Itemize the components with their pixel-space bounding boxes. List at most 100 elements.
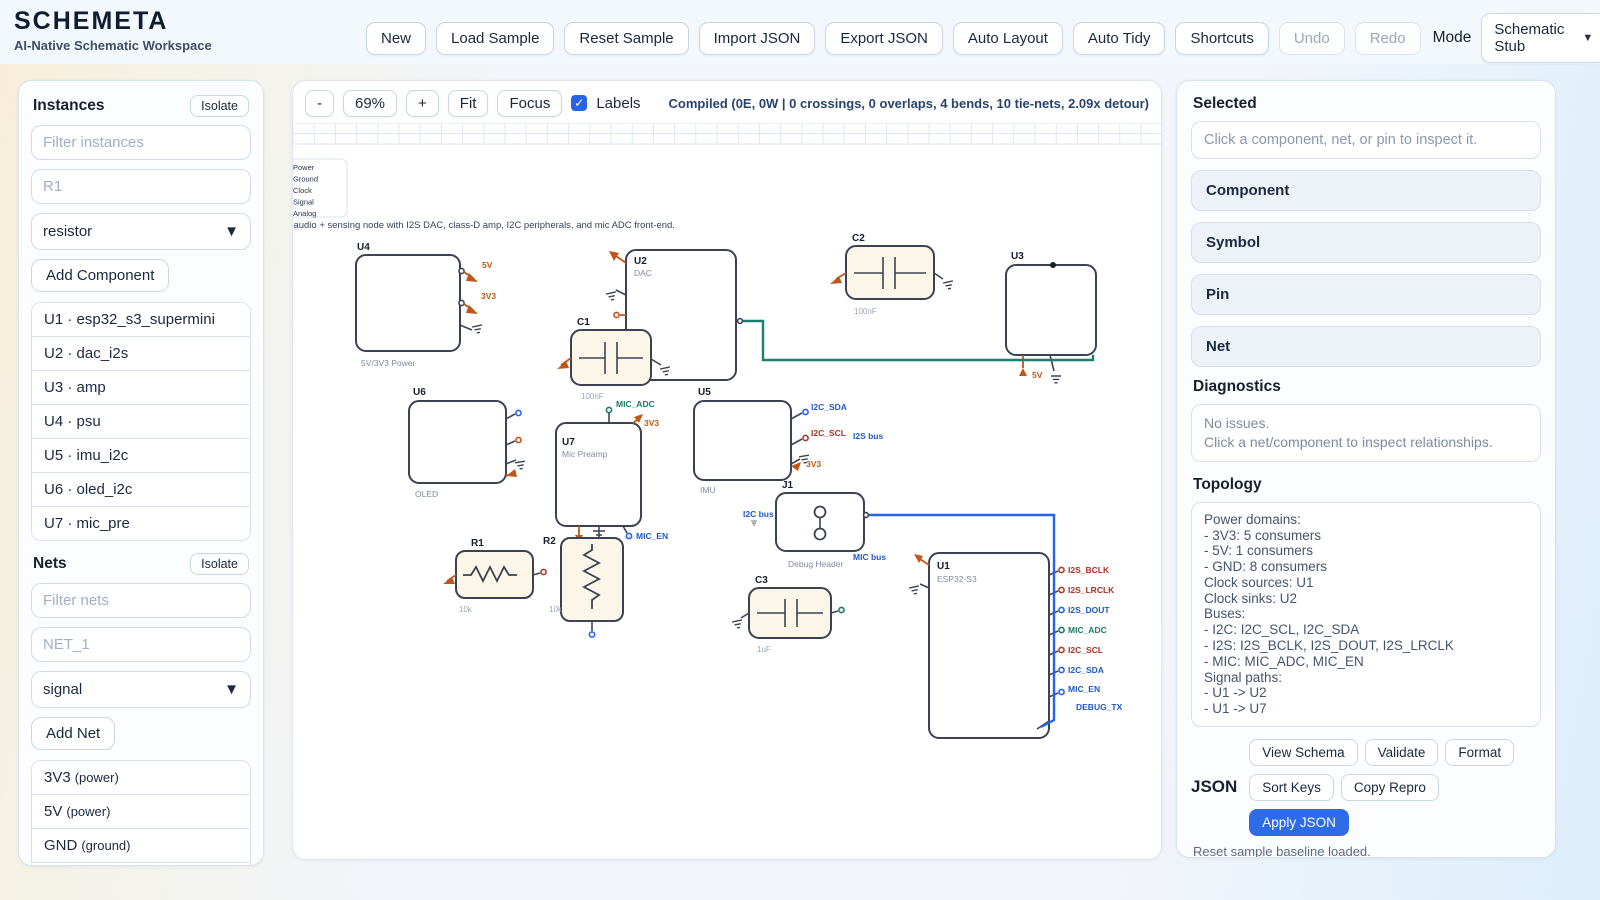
- section-pin[interactable]: Pin: [1191, 274, 1541, 315]
- component-u6[interactable]: U6 OLED: [409, 387, 526, 499]
- add-component-button[interactable]: Add Component: [31, 259, 169, 292]
- ground-icon: [943, 281, 954, 290]
- auto-layout-button[interactable]: Auto Layout: [953, 22, 1063, 55]
- component-r2[interactable]: R2 10k: [543, 536, 623, 637]
- u7-mic-en-label: MIC_EN: [636, 531, 668, 541]
- u4-ref-label: U4: [357, 242, 370, 253]
- list-item[interactable]: U2 · dac_i2s: [31, 336, 251, 371]
- net-name-input[interactable]: [31, 627, 251, 662]
- list-item[interactable]: U7 · mic_pre: [31, 506, 251, 541]
- u1-sub-label: ESP32-S3: [937, 574, 977, 584]
- list-item[interactable]: U1 · esp32_s3_supermini: [31, 302, 251, 337]
- ground-icon: [732, 620, 743, 629]
- section-net[interactable]: Net: [1191, 326, 1541, 367]
- component-r1[interactable]: R1 10k: [443, 538, 546, 614]
- component-j1[interactable]: J1 Debug Header I2C bus: [743, 480, 864, 569]
- schematic-note: rt audio + sensing node with I2S DAC, cl…: [293, 220, 675, 231]
- ground-icon: [751, 521, 757, 525]
- schematic-svg[interactable]: Power Ground Clock Signal Analog rt audi…: [293, 123, 1161, 859]
- labels-checkbox-label: Labels: [596, 95, 640, 112]
- undo-button[interactable]: Undo: [1279, 22, 1345, 55]
- list-item[interactable]: 3V3(power): [31, 760, 251, 795]
- r2-val-label: 10k: [549, 605, 563, 614]
- j1-right-pin[interactable]: [864, 513, 869, 518]
- ground-icon: [515, 461, 526, 469]
- component-u1[interactable]: U1 ESP32-S3 I2S_BCLK I2S_LRCLK I2S_DOUT …: [909, 553, 1123, 738]
- format-button[interactable]: Format: [1445, 739, 1514, 766]
- ground-icon: [1051, 376, 1061, 383]
- net-type-select[interactable]: signal ▼: [31, 671, 251, 708]
- filter-nets-input[interactable]: [31, 583, 251, 618]
- focus-button[interactable]: Focus: [497, 90, 562, 117]
- redo-button[interactable]: Redo: [1355, 22, 1421, 55]
- zoom-level-button[interactable]: 69%: [343, 90, 397, 117]
- legend-analog: Analog: [293, 209, 316, 218]
- import-json-button[interactable]: Import JSON: [699, 22, 816, 55]
- component-c2[interactable]: C2 100nF: [830, 233, 954, 316]
- u3-ref-label: U3: [1011, 251, 1024, 262]
- json-toolbar: JSON View Schema Validate Format Sort Ke…: [1191, 739, 1541, 836]
- legend-clock: Clock: [293, 186, 312, 195]
- shortcuts-button[interactable]: Shortcuts: [1175, 22, 1268, 55]
- list-item[interactable]: U4 · psu: [31, 404, 251, 439]
- mode-label: Mode: [1433, 29, 1472, 47]
- copy-repro-button[interactable]: Copy Repro: [1341, 774, 1439, 801]
- json-title: JSON: [1191, 777, 1237, 797]
- net-type: (ground): [81, 838, 130, 853]
- section-symbol[interactable]: Symbol: [1191, 222, 1541, 263]
- component-u5[interactable]: U5 IMU I2C_SDA I2C_SCL 3V3: [694, 387, 847, 495]
- c2-ref-label: C2: [852, 233, 865, 244]
- section-component[interactable]: Component: [1191, 170, 1541, 211]
- component-u7[interactable]: U7 Mic Preamp MIC_ADC 3V3 MIC_EN: [556, 399, 668, 542]
- u2-sub-label: DAC: [634, 268, 652, 278]
- u6-ref-label: U6: [413, 387, 426, 398]
- topology-title: Topology: [1193, 476, 1539, 494]
- component-c3[interactable]: C3 1uF: [732, 575, 844, 654]
- instances-list: U1 · esp32_s3_supermini U2 · dac_i2s U3 …: [31, 302, 251, 541]
- instances-isolate-button[interactable]: Isolate: [190, 95, 249, 117]
- mic-bus-label: MIC bus: [853, 552, 886, 562]
- add-net-button[interactable]: Add Net: [31, 717, 115, 750]
- validate-button[interactable]: Validate: [1365, 739, 1439, 766]
- filter-instances-input[interactable]: [31, 125, 251, 160]
- u7-sub-label: Mic Preamp: [562, 449, 608, 459]
- instance-ref-input[interactable]: [31, 169, 251, 204]
- zoom-in-button[interactable]: +: [406, 90, 439, 117]
- zoom-out-button[interactable]: -: [305, 90, 334, 117]
- auto-tidy-button[interactable]: Auto Tidy: [1073, 22, 1166, 55]
- c3-val-label: 1uF: [757, 645, 771, 654]
- export-json-button[interactable]: Export JSON: [825, 22, 943, 55]
- list-item[interactable]: U5 · imu_i2c: [31, 438, 251, 473]
- i2s-bus-label: I2S bus: [853, 431, 884, 441]
- view-schema-button[interactable]: View Schema: [1249, 739, 1357, 766]
- new-button[interactable]: New: [366, 22, 426, 55]
- net-name: GND: [44, 837, 77, 854]
- load-sample-button[interactable]: Load Sample: [436, 22, 554, 55]
- i2c-bus-label: I2C bus: [743, 509, 774, 519]
- reset-sample-button[interactable]: Reset Sample: [564, 22, 688, 55]
- ground-icon: [606, 292, 617, 301]
- mode-select[interactable]: Schematic Stub ▼: [1481, 13, 1600, 63]
- fit-button[interactable]: Fit: [448, 90, 489, 117]
- list-item[interactable]: U6 · oled_i2c: [31, 472, 251, 507]
- diagnostics-title: Diagnostics: [1193, 378, 1539, 396]
- list-item[interactable]: 5V(power): [31, 794, 251, 829]
- u7-3v3-label: 3V3: [644, 418, 659, 428]
- component-c1[interactable]: C1 100nF: [557, 317, 651, 401]
- u5-sub-label: IMU: [700, 485, 716, 495]
- net-type: (power): [66, 804, 110, 819]
- u5-3v3-label: 3V3: [806, 459, 821, 469]
- component-u3[interactable]: U3 5V: [1006, 251, 1096, 383]
- apply-json-button[interactable]: Apply JSON: [1249, 809, 1349, 836]
- labels-checkbox[interactable]: ✓: [571, 95, 587, 111]
- list-item[interactable]: GND (ground): [31, 828, 251, 863]
- legend-signal: Signal: [293, 198, 314, 207]
- list-item[interactable]: U3 · amp: [31, 370, 251, 405]
- list-item[interactable]: I2S_BCLK(clock): [31, 862, 251, 866]
- component-u4[interactable]: U4 5V/3V3 Power 5V 3V3: [356, 242, 496, 368]
- nets-isolate-button[interactable]: Isolate: [190, 553, 249, 575]
- u1-pin-mic-adc: MIC_ADC: [1068, 625, 1107, 635]
- selected-title: Selected: [1193, 95, 1539, 113]
- sort-keys-button[interactable]: Sort Keys: [1249, 774, 1334, 801]
- instance-type-select[interactable]: resistor ▼: [31, 213, 251, 250]
